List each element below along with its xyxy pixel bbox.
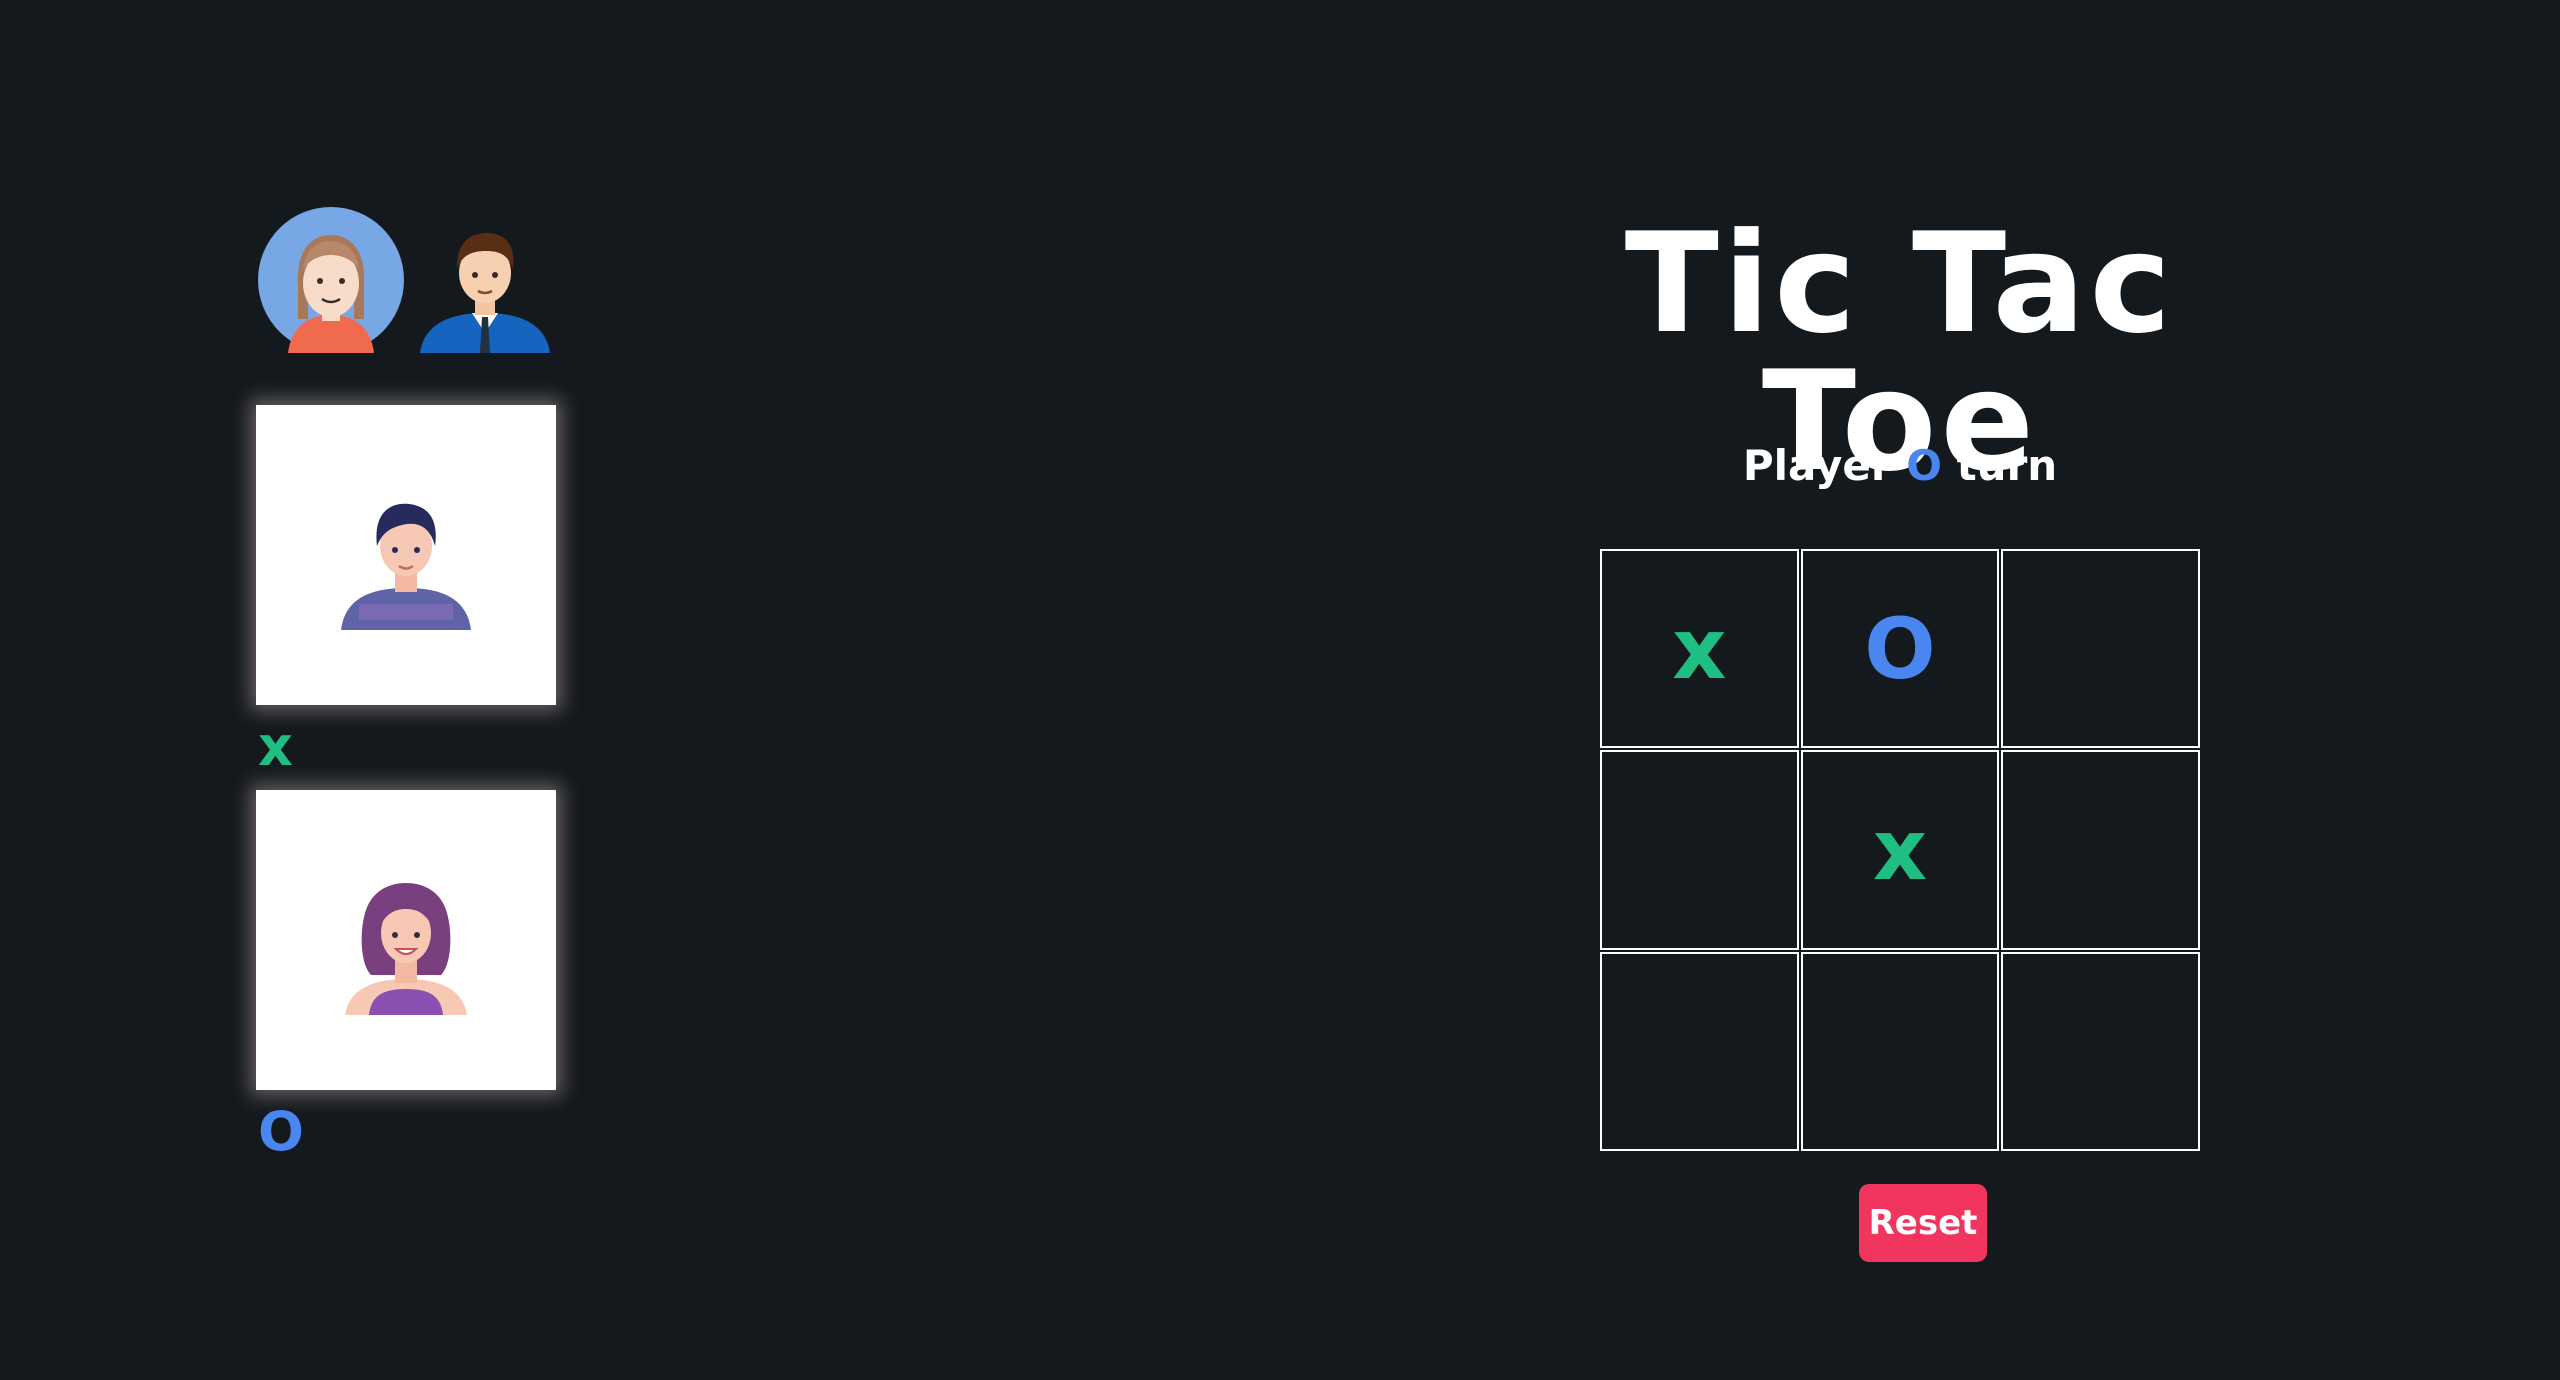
player-o-card xyxy=(256,790,556,1090)
board-cell-0-1[interactable]: O xyxy=(1800,549,2000,749)
turn-prefix: Player xyxy=(1742,441,1892,490)
game-page: x O Tic Tac Toe Player O turn x O x Rese… xyxy=(0,0,2560,1380)
businessman-avatar-icon[interactable] xyxy=(412,207,558,353)
young-man-avatar-icon xyxy=(341,503,471,630)
game-board: x O x xyxy=(1600,549,2200,1151)
board-cell-1-2[interactable] xyxy=(2001,750,2200,950)
avatar-picker xyxy=(258,207,558,353)
board-cell-1-0[interactable] xyxy=(1600,750,1799,950)
board-cell-2-2[interactable] xyxy=(2001,951,2200,1151)
board-cell-2-1[interactable] xyxy=(1800,951,2000,1151)
board-cell-0-0[interactable]: x xyxy=(1600,549,1799,749)
board-cell-0-2[interactable] xyxy=(2001,549,2200,749)
board-cell-2-0[interactable] xyxy=(1600,951,1799,1151)
player-x-mark: x xyxy=(258,715,293,778)
player-x-card xyxy=(256,405,556,705)
young-woman-avatar-icon xyxy=(345,883,467,1015)
reset-button[interactable]: Reset xyxy=(1859,1184,1987,1262)
turn-current-mark: O xyxy=(1906,441,1942,490)
turn-suffix: turn xyxy=(1956,441,2058,490)
board-cell-1-1[interactable]: x xyxy=(1800,750,2000,950)
turn-indicator: Player O turn xyxy=(1600,445,2200,487)
woman-avatar-icon[interactable] xyxy=(258,207,404,353)
player-o-mark: O xyxy=(258,1100,304,1163)
